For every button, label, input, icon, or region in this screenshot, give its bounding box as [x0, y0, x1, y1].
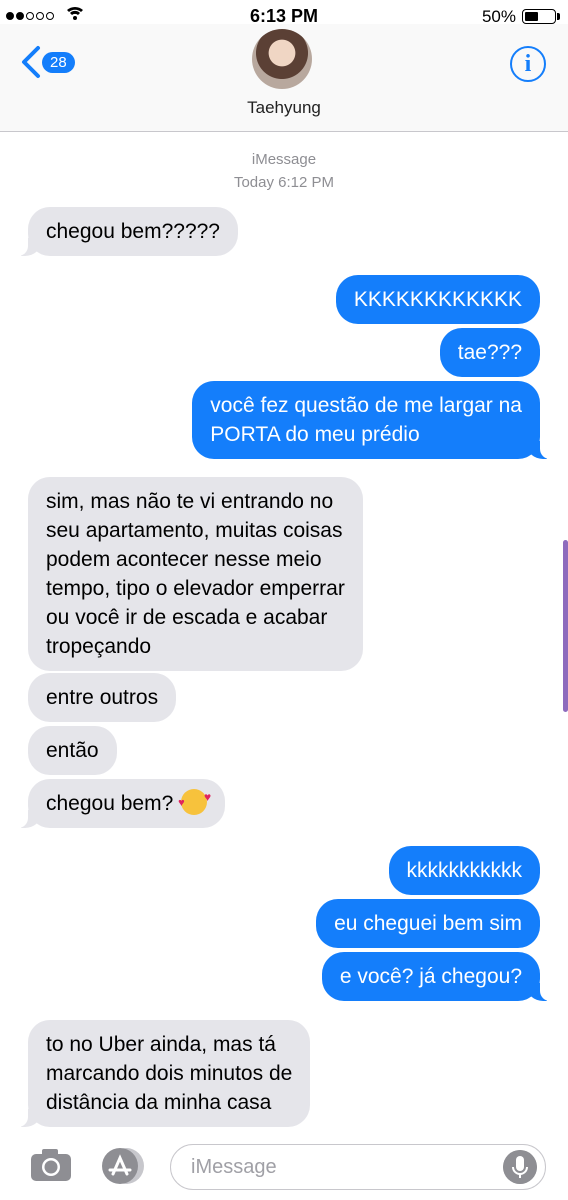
chevron-left-icon [22, 46, 40, 78]
sent-message[interactable]: eu cheguei bem sim [316, 899, 540, 948]
contact-avatar[interactable] [252, 29, 312, 89]
sent-message[interactable]: tae??? [439, 328, 540, 377]
service-label: iMessage [251, 151, 317, 168]
battery-icon [522, 9, 556, 24]
message-input[interactable] [191, 1153, 491, 1181]
received-message[interactable]: chegou bem? [17, 779, 226, 828]
received-message[interactable]: chegou bem????? [18, 207, 238, 256]
sent-message[interactable]: e você? já chegou? [321, 952, 551, 1001]
smiling-face-with-hearts-icon [178, 783, 211, 818]
camera-icon[interactable] [30, 1148, 72, 1182]
received-message[interactable]: sim, mas não te vi entrando no seu apart… [28, 477, 363, 671]
received-message[interactable]: to no Uber ainda, mas tá marcando dois m… [17, 1020, 311, 1127]
app-store-icon[interactable] [98, 1146, 146, 1186]
compose-bar [0, 1136, 568, 1200]
sent-message[interactable]: você fez questão de me largar na PORTA d… [192, 381, 550, 459]
scroll-indicator[interactable] [563, 540, 568, 712]
microphone-icon[interactable] [503, 1150, 537, 1184]
sent-message[interactable]: kkkkkkkkkkk [388, 846, 540, 895]
message-field[interactable] [170, 1144, 546, 1190]
received-message[interactable]: então [28, 726, 117, 775]
conversation-header: 28 Taehyung i [0, 24, 568, 132]
received-message[interactable]: entre outros [28, 673, 177, 722]
back-button[interactable]: 28 [18, 44, 75, 80]
unread-count-badge: 28 [42, 51, 75, 73]
info-icon[interactable]: i [510, 46, 546, 82]
contact-name[interactable]: Taehyung [0, 98, 568, 118]
conversation-timestamp: Today 6:12 PM [233, 174, 335, 191]
sent-message[interactable]: KKKKKKKKKKKK [335, 275, 540, 324]
